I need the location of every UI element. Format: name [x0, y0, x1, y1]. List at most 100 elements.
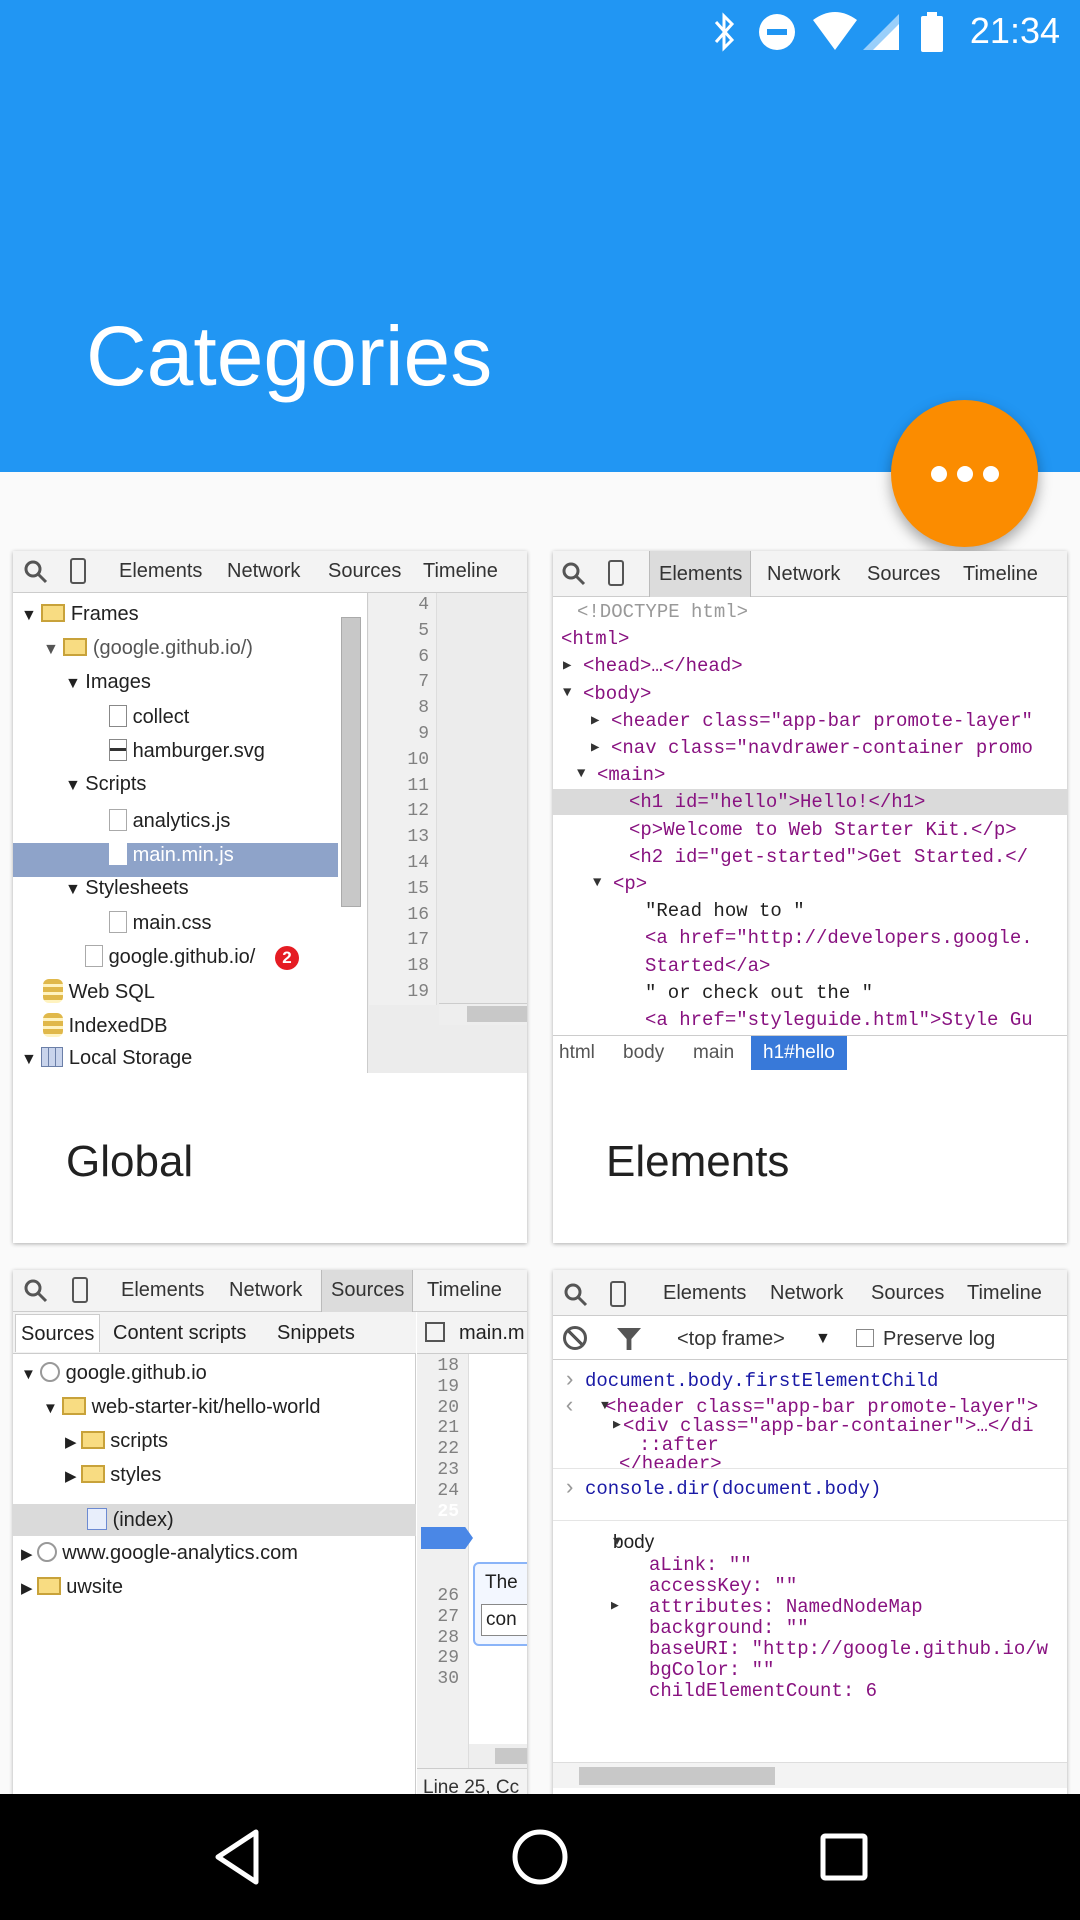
tree-item: IndexedDB	[43, 1013, 168, 1038]
popover: The con	[473, 1562, 527, 1646]
dom-node-line: <h1 id="hello">Hello!</h1>	[629, 791, 926, 814]
console-line: bgColor: ""	[649, 1659, 775, 1681]
tree-item: Web SQL	[43, 979, 155, 1004]
line-number: 6	[418, 646, 429, 667]
tab-elements: Elements	[121, 1279, 205, 1301]
tree-item: ▼ Local Storage	[21, 1047, 193, 1069]
device-icon	[608, 560, 624, 586]
dom-node-line: <p>Welcome to Web Starter Kit.</p>	[629, 818, 1017, 841]
line-number: 17	[407, 930, 429, 951]
divider	[553, 1520, 1067, 1521]
search-icon	[562, 562, 586, 586]
tree-item: (index)	[87, 1508, 174, 1532]
line-number: 10	[407, 749, 429, 770]
chevron-down-icon: ▼	[815, 1330, 831, 1347]
back-icon[interactable]	[204, 1824, 270, 1890]
search-icon	[564, 1283, 588, 1307]
devtools-screenshot: Elements Network Sources Timeline <top f…	[553, 1270, 1067, 1810]
divider	[553, 1468, 1067, 1469]
line-number: 11	[407, 775, 429, 796]
recents-icon[interactable]	[811, 1824, 877, 1890]
line-number: 9	[418, 724, 429, 744]
line-number: 13	[407, 827, 429, 848]
scrollbar	[341, 617, 361, 907]
tab-sources: Sources	[871, 1282, 945, 1304]
devtools-screenshot: Elements Network Sources Timeline <!DOCT…	[553, 551, 1067, 1073]
line-number: 30	[437, 1669, 459, 1690]
device-icon	[610, 1281, 626, 1307]
more-dot-icon	[956, 465, 973, 482]
dom-node-line: "Read how to "	[645, 900, 805, 923]
file-tab: main.m	[459, 1322, 525, 1344]
line-number: 24	[437, 1480, 459, 1501]
filter-icon	[617, 1328, 641, 1350]
tab-network: Network	[227, 560, 301, 582]
tab-elements: Elements	[119, 560, 203, 582]
line-number: 26	[437, 1586, 459, 1606]
tree-item: main.min.js	[109, 843, 234, 867]
collapse-arrow-icon: ▶	[563, 658, 572, 675]
frame-select: <top frame>	[677, 1328, 785, 1350]
navigator-tree: ▼ google.github.io ▼ web-starter-kit/hel…	[13, 1354, 416, 1810]
dom-node-line: <main>	[597, 764, 666, 787]
line-number: 21	[437, 1418, 459, 1439]
line-number: 12	[407, 801, 429, 822]
tree-item: ▶ scripts	[65, 1430, 169, 1452]
tree-item: ▼ web-starter-kit/hello-world	[43, 1396, 321, 1418]
breadcrumb: html body main h1#hello	[553, 1035, 1067, 1070]
tab-network: Network	[767, 563, 841, 585]
line-number: 8	[418, 698, 429, 719]
breakpoint-marker	[421, 1527, 473, 1549]
line-number: 18	[407, 956, 429, 977]
tab-timeline: Timeline	[963, 563, 1038, 585]
page-title: Categories	[86, 309, 493, 403]
collapse-arrow-icon: ▶	[591, 740, 600, 756]
tab-sources: Sources	[331, 1279, 405, 1301]
tab-elements: Elements	[663, 1282, 747, 1304]
breadcrumb-item-selected: h1#hello	[751, 1036, 847, 1070]
console-line: </header>	[619, 1453, 722, 1475]
tab-timeline: Timeline	[967, 1282, 1042, 1304]
category-card-global[interactable]: Elements Network Sources Timeline ▼ Fram…	[13, 551, 527, 1243]
expand-arrow-icon: ▼	[613, 1534, 621, 1549]
card-title: Elements	[606, 1137, 790, 1186]
home-icon[interactable]	[507, 1824, 573, 1890]
line-number: 15	[407, 878, 429, 899]
status-bar: 21:34	[0, 0, 1080, 63]
dom-node-line: <html>	[561, 628, 630, 651]
do-not-disturb-icon	[759, 14, 795, 50]
tab-network: Network	[770, 1282, 844, 1304]
dom-node-line: <!DOCTYPE html>	[577, 601, 749, 623]
more-fab-button[interactable]	[891, 400, 1038, 547]
devtools-toolbar: Elements Network Sources Timeline	[553, 551, 1067, 597]
search-icon	[24, 1279, 48, 1303]
line-number: 20	[437, 1397, 459, 1418]
more-dot-icon	[930, 465, 947, 482]
dom-node-line: <head>…</head>	[583, 655, 743, 678]
category-card-elements[interactable]: Elements Network Sources Timeline <!DOCT…	[553, 551, 1067, 1243]
expand-arrow-icon: ▼	[577, 766, 586, 783]
clear-console-icon	[563, 1326, 587, 1350]
error-badge: 2	[274, 946, 299, 970]
category-card-sources[interactable]: Elements Network Sources Timeline Source…	[13, 1270, 527, 1810]
breadcrumb-item: body	[623, 1042, 665, 1063]
preserve-log-checkbox	[856, 1329, 874, 1347]
expand-arrow-icon: ▼	[593, 875, 602, 891]
console-prompt-icon: ›	[563, 1476, 577, 1501]
clock: 21:34	[969, 10, 1060, 51]
category-card-console[interactable]: Elements Network Sources Timeline <top f…	[553, 1270, 1067, 1810]
console-prompt-icon: ‹	[563, 1394, 577, 1419]
subtab-snippets: Snippets	[277, 1322, 355, 1344]
expand-arrow-icon: ▼	[601, 1398, 609, 1413]
line-number: 16	[407, 904, 429, 925]
tree-item: analytics.js	[109, 809, 230, 833]
tree-item: ▶ www.google-analytics.com	[21, 1542, 298, 1564]
resources-tree: ▼ Frames ▼ (google.github.io/) ▼ Images …	[13, 593, 368, 1073]
line-number: 22	[437, 1439, 459, 1460]
tab-sources: Sources	[867, 563, 941, 585]
dom-node-line: Started</a>	[645, 954, 771, 977]
navigation-bar	[0, 1794, 1080, 1920]
tree-item: hamburger.svg	[109, 739, 265, 763]
navigator-subtabs: Sources Content scripts Snippets	[13, 1312, 416, 1354]
tree-item: main.css	[109, 911, 211, 935]
